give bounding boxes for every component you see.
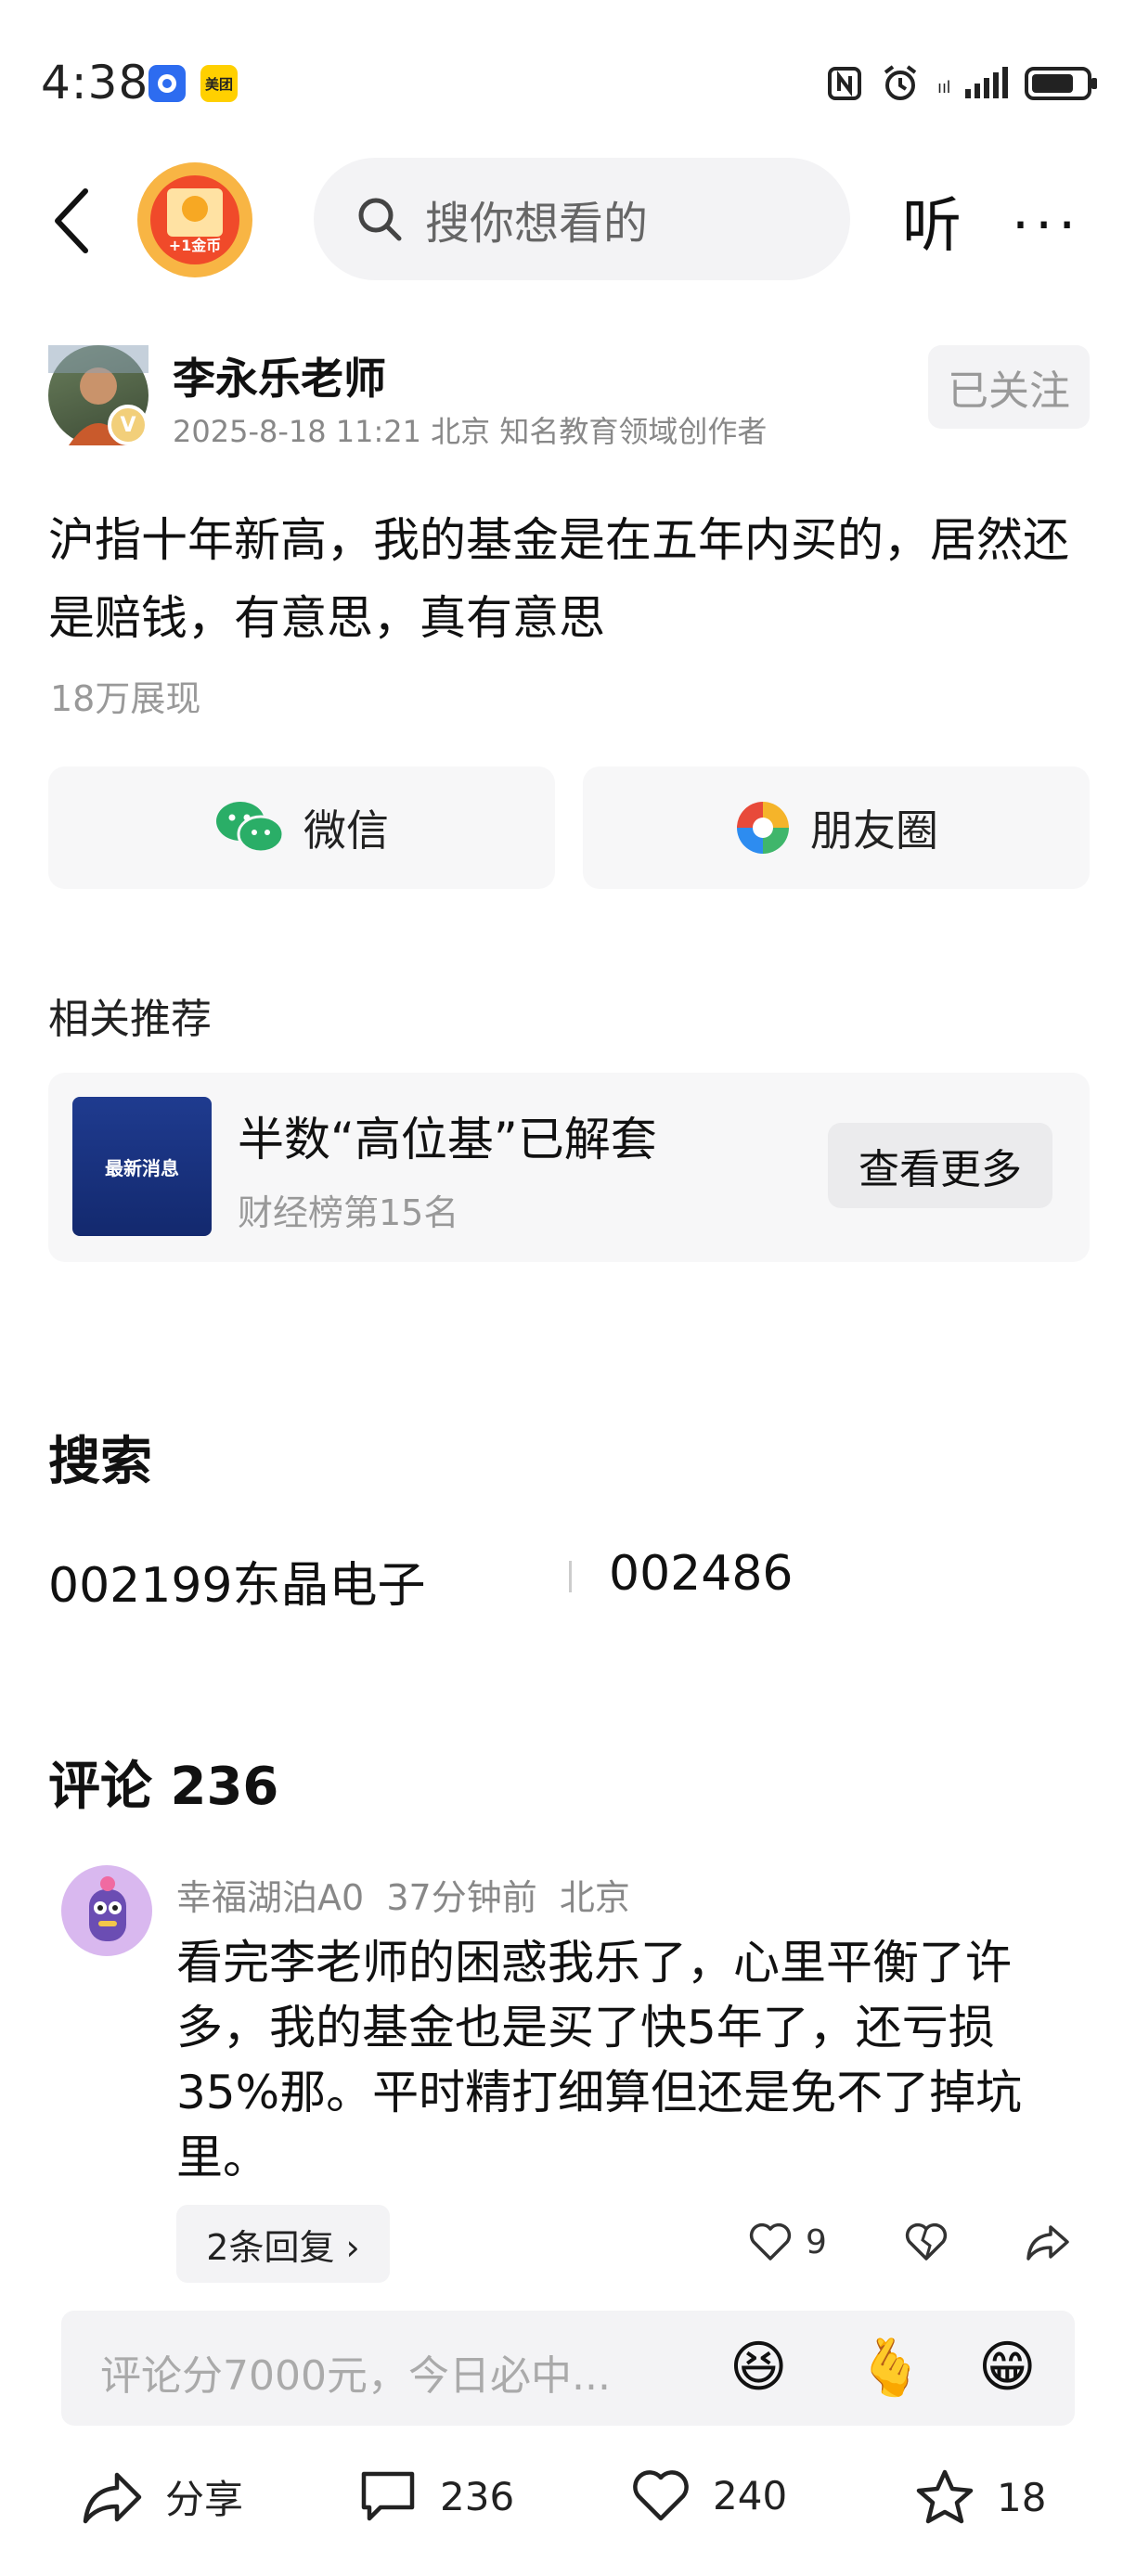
comment-dislike-button[interactable]: [904, 2222, 949, 2262]
wechat-icon: [216, 802, 285, 854]
commenter-avatar[interactable]: [61, 1865, 152, 1956]
like-button[interactable]: 240: [631, 2468, 787, 2522]
comment-count: 236: [440, 2473, 515, 2519]
favorite-button[interactable]: 18: [915, 2468, 1046, 2526]
search-icon: [358, 198, 402, 241]
comment-time: 37分钟前: [386, 1877, 537, 1918]
chevron-left-icon: [55, 188, 88, 253]
see-more-button[interactable]: 查看更多: [828, 1123, 1052, 1208]
comments-button[interactable]: 236: [358, 2468, 514, 2524]
search-bar[interactable]: 搜你想看的: [314, 158, 850, 280]
broken-heart-icon: [905, 2222, 948, 2260]
share-wechat-button[interactable]: 微信: [48, 766, 555, 889]
heart-icon: [749, 2222, 792, 2260]
listen-button[interactable]: 听: [902, 178, 962, 264]
meituan-app-icon: 美团: [200, 65, 238, 102]
coin-label: +1金币: [168, 237, 222, 254]
moments-icon: [737, 802, 789, 854]
red-envelope-icon: +1金币: [150, 175, 239, 264]
comment-meta: 幸福湖泊A0 37分钟前 北京: [176, 1869, 630, 1920]
share-button[interactable]: 分享: [82, 2468, 243, 2525]
post-text: 沪指十年新高，我的基金是在五年内买的，居然还是赔钱，有意思，真有意思: [48, 513, 1069, 645]
battery-icon: [1025, 67, 1097, 100]
share-moments-label: 朋友圈: [810, 805, 938, 856]
comment-share-button[interactable]: [1025, 2222, 1071, 2262]
related-title[interactable]: 半数“高位基”已解套: [238, 1102, 657, 1169]
nfc-icon: [828, 67, 861, 100]
comment-like-count: 9: [806, 2222, 827, 2261]
view-count: 18万展现: [50, 678, 201, 719]
share-moments-button[interactable]: 朋友圈: [583, 766, 1090, 889]
follow-button[interactable]: 已关注: [928, 345, 1090, 429]
share-label: 分享: [165, 2477, 244, 2522]
share-arrow-icon: [83, 2472, 142, 2523]
related-thumbnail[interactable]: 最新消息: [72, 1097, 212, 1236]
like-count: 240: [713, 2472, 788, 2518]
comment-like-button[interactable]: 9: [748, 2222, 827, 2262]
back-button[interactable]: [48, 184, 104, 258]
search-suggestion[interactable]: 002199东晶电子: [48, 1546, 426, 1616]
related-subtitle: 财经榜第15名: [238, 1192, 459, 1233]
svg-text:ııl: ııl: [937, 78, 950, 97]
heart-icon: [633, 2470, 689, 2521]
signal-icon: ııl: [937, 67, 1008, 98]
comment-placeholder: 评论分7000元，今日必中...: [100, 2352, 611, 2400]
search-divider: [569, 1561, 572, 1592]
comment-location: 北京: [559, 1877, 630, 1918]
verified-badge-icon: V: [108, 405, 148, 445]
author-meta: 2025-8-18 11:21 北京 知名教育领域创作者: [173, 414, 768, 449]
comment-text: 看完李老师的困惑我乐了，心里平衡了许多，我的基金也是买了快5年了，还亏损35%那…: [176, 1936, 1023, 2184]
search-placeholder: 搜你想看的: [425, 198, 649, 250]
comment-bubble-icon: [361, 2471, 415, 2521]
notification-app-icon: [148, 65, 186, 102]
alarm-icon: [884, 65, 917, 100]
view-replies-button[interactable]: 2条回复 ›: [176, 2205, 390, 2283]
emoji-heart-fingers-icon[interactable]: 🫰: [856, 2335, 925, 2401]
share-wechat-label: 微信: [303, 805, 389, 856]
favorite-count: 18: [997, 2474, 1047, 2520]
related-section-title: 相关推荐: [48, 996, 212, 1043]
share-arrow-icon: [1026, 2225, 1069, 2260]
comment-username[interactable]: 幸福湖泊A0: [176, 1877, 364, 1918]
status-time: 4:38: [41, 56, 149, 109]
emoji-grin-icon[interactable]: 😁: [978, 2335, 1037, 2400]
more-options-button[interactable]: ···: [1012, 193, 1081, 258]
author-name[interactable]: 李永乐老师: [173, 345, 386, 406]
comments-title: 评论 236: [48, 1757, 279, 1817]
search-suggestion[interactable]: 002486: [609, 1546, 794, 1602]
star-icon: [916, 2469, 974, 2524]
search-section-title: 搜索: [48, 1432, 152, 1492]
system-status-icons: ııl: [826, 63, 1099, 104]
emoji-laugh-icon[interactable]: 😆: [729, 2335, 788, 2400]
coin-reward-button[interactable]: +1金币: [137, 162, 252, 277]
